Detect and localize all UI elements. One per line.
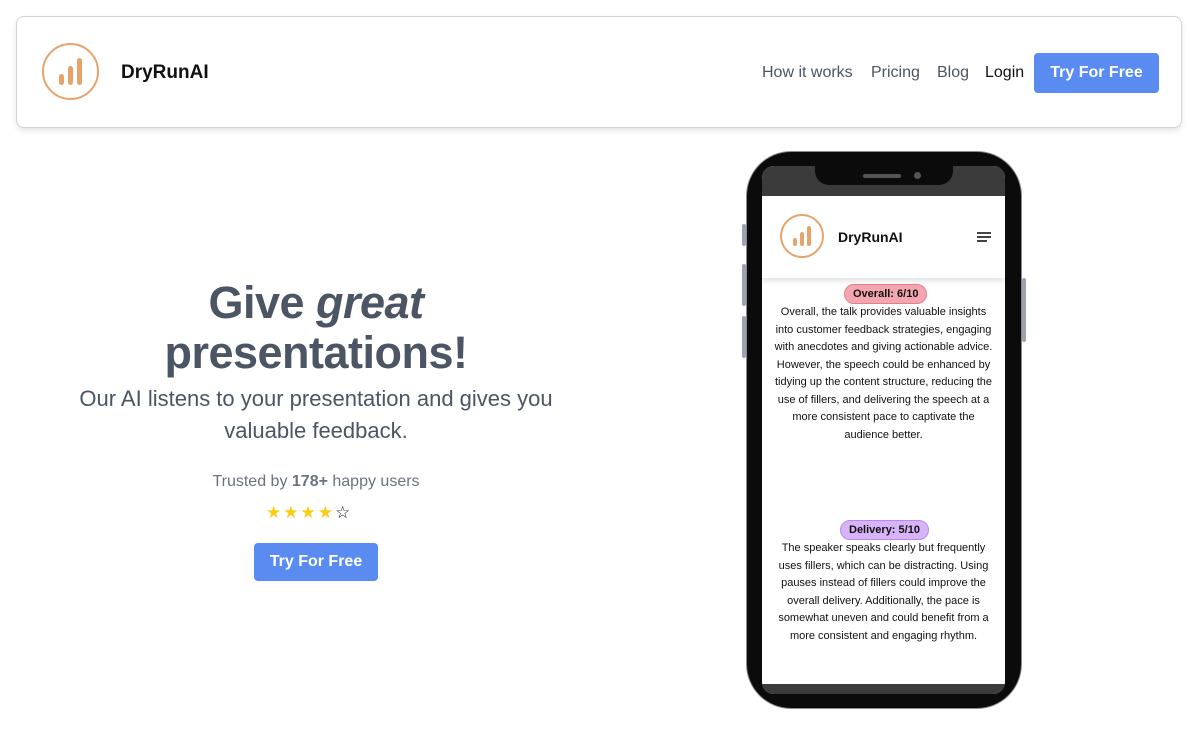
hero-title-suffix: presentations! bbox=[164, 327, 468, 378]
phone-mockup: DryRunAI Overall: 6/10 Overall, the talk… bbox=[742, 152, 1026, 708]
nav-pricing[interactable]: Pricing bbox=[871, 64, 920, 82]
phone-notch bbox=[815, 166, 953, 185]
star-filled-icon: ★ bbox=[266, 503, 282, 522]
app-brand-name[interactable]: DryRunAI bbox=[838, 229, 903, 245]
hero-title: Give great presentations! bbox=[60, 278, 572, 378]
phone-power-button bbox=[1022, 278, 1026, 342]
overall-score-badge: Overall: 6/10 bbox=[844, 284, 928, 304]
trusted-suffix: happy users bbox=[327, 473, 420, 490]
nav-how-it-works[interactable]: How it works bbox=[762, 64, 853, 82]
overall-feedback-text: Overall, the talk provides valuable insi… bbox=[774, 306, 993, 441]
trusted-by-text: Trusted by 178+ happy users bbox=[116, 473, 516, 491]
feedback-content[interactable]: Overall: 6/10 Overall, the talk provides… bbox=[762, 278, 1005, 684]
phone-screen: DryRunAI Overall: 6/10 Overall, the talk… bbox=[762, 166, 1005, 694]
camera-icon bbox=[914, 172, 921, 179]
app-header: DryRunAI bbox=[762, 196, 1005, 278]
phone-volume-down-button bbox=[742, 316, 746, 358]
phone-volume-up-button bbox=[742, 264, 746, 306]
nav-blog[interactable]: Blog bbox=[937, 64, 969, 82]
delivery-feedback-text: The speaker speaks clearly but frequentl… bbox=[778, 542, 989, 642]
star-filled-icon: ★ bbox=[283, 503, 299, 522]
star-filled-icon: ★ bbox=[317, 503, 333, 522]
brand-name[interactable]: DryRunAI bbox=[121, 62, 209, 84]
rating-stars: ★ ★ ★ ★ ☆ bbox=[266, 503, 350, 523]
delivery-score-badge: Delivery: 5/10 bbox=[840, 520, 929, 540]
trusted-count: 178+ bbox=[291, 473, 328, 490]
hero-title-emphasis: great bbox=[316, 277, 424, 328]
site-header: DryRunAI How it works Pricing Blog Login… bbox=[16, 16, 1182, 128]
phone-mute-button bbox=[742, 224, 746, 246]
star-empty-icon: ☆ bbox=[335, 503, 351, 522]
app-bar-chart-icon[interactable] bbox=[780, 214, 824, 258]
hero-subtitle: Our AI listens to your presentation and … bbox=[79, 386, 553, 443]
header-try-for-free-button[interactable]: Try For Free bbox=[1034, 53, 1159, 93]
hamburger-menu-icon[interactable] bbox=[977, 231, 991, 243]
phone-bottom-bar bbox=[762, 684, 1005, 694]
speaker-icon bbox=[863, 174, 901, 178]
hero-title-prefix: Give bbox=[208, 277, 316, 328]
hero-try-for-free-button[interactable]: Try For Free bbox=[254, 543, 378, 581]
star-filled-icon: ★ bbox=[300, 503, 316, 522]
bar-chart-icon[interactable] bbox=[42, 43, 99, 100]
nav-login[interactable]: Login bbox=[985, 64, 1024, 82]
trusted-prefix: Trusted by bbox=[212, 473, 292, 490]
